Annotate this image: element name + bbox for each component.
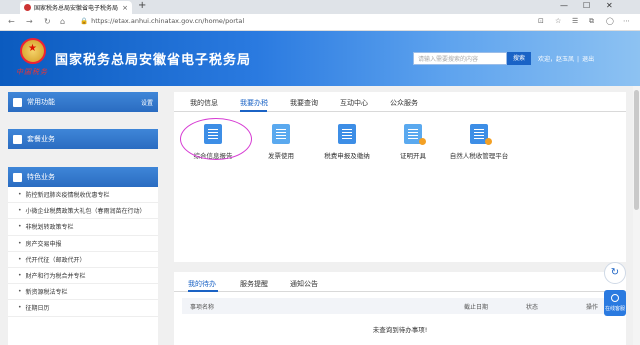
site-slogan: 中国税务 xyxy=(16,68,48,76)
sidebar-item[interactable]: 防控新冠肺炎疫情税收优惠专栏 xyxy=(8,187,158,204)
more-menu-icon[interactable]: ⋯ xyxy=(623,17,630,25)
todo-empty-message: 未查询到待办事项! xyxy=(372,326,428,334)
sidebar-item[interactable]: 小微企业税费政策大礼包（春雨润苗在行动） xyxy=(8,203,158,220)
browser-tabbar: 国家税务总局安徽省电子税务局 × + — ☐ ✕ xyxy=(0,0,640,14)
special-business-list: 防控新冠肺炎疫情税收优惠专栏 小微企业税费政策大礼包（春雨润苗在行动） 非税划转… xyxy=(8,187,158,317)
collections-icon[interactable]: ⧉ xyxy=(589,17,594,26)
service-label: 发票使用 xyxy=(268,152,294,160)
sidebar-item[interactable]: 房产交易申报 xyxy=(8,235,158,252)
service-personal-tax[interactable]: 自然人税收管理平台 xyxy=(444,124,514,160)
tab-my-todo[interactable]: 我的待办 xyxy=(188,279,216,289)
url-text: https://etax.anhui.chinatax.gov.cn/home/… xyxy=(91,17,245,25)
forward-icon[interactable]: → xyxy=(26,17,33,26)
maximize-icon[interactable]: ☐ xyxy=(583,1,590,10)
tab-handle-tax[interactable]: 我要办税 xyxy=(240,98,268,108)
todo-table-header: 事项名称 截止日期 状态 操作 xyxy=(182,298,618,314)
favorite-icon[interactable]: ☆ xyxy=(555,17,561,25)
col-deadline: 截止日期 xyxy=(464,304,489,311)
sidebar-special-business: 特色业务 防控新冠肺炎疫情税收优惠专栏 小微企业税费政策大礼包（春雨润苗在行动）… xyxy=(8,167,158,345)
home-icon[interactable]: ⌂ xyxy=(60,17,65,26)
service-label: 税费申报及缴纳 xyxy=(324,152,370,160)
new-tab-button[interactable]: + xyxy=(138,0,146,11)
browser-tab[interactable]: 国家税务总局安徽省电子税务局 × xyxy=(20,1,132,14)
sidebar-item[interactable]: 财产和行为税合并专栏 xyxy=(8,267,158,285)
site-title: 国家税务总局安徽省电子税务局 xyxy=(55,53,252,68)
browser-tab-title: 国家税务总局安徽省电子税务局 xyxy=(34,5,119,12)
user-welcome: 欢迎，赵玉凤 | 退出 xyxy=(538,56,595,63)
search-input[interactable]: 请输入需要搜索的内容 xyxy=(413,52,507,65)
sidebar-common-title: 常用功能 xyxy=(27,98,55,106)
sidebar-item[interactable]: 征期日历 xyxy=(8,300,158,317)
reload-icon[interactable]: ↻ xyxy=(44,17,51,26)
sidebar-item[interactable]: 代开代征（邮政代开） xyxy=(8,251,158,268)
service-label: 自然人税收管理平台 xyxy=(449,152,509,160)
profile-icon[interactable]: ◯ xyxy=(606,17,614,25)
site-favicon-icon xyxy=(24,4,31,11)
search-button[interactable]: 搜索 xyxy=(507,52,531,65)
service-tax-declare[interactable]: 税费申报及缴纳 xyxy=(312,124,382,160)
logout-link[interactable]: 退出 xyxy=(582,56,594,63)
sidebar-item[interactable]: 新资源税法专栏 xyxy=(8,284,158,301)
read-aloud-icon[interactable]: ⊡ xyxy=(538,17,544,25)
sidebar-bundle-title: 套餐业务 xyxy=(27,135,55,143)
service-certificate[interactable]: 证明开具 xyxy=(378,124,448,160)
online-service-label: 在线客服 xyxy=(604,306,625,312)
sidebar-common-functions: 常用功能 设置 xyxy=(8,92,158,112)
bundle-business-icon xyxy=(13,134,22,144)
close-tab-icon[interactable]: × xyxy=(122,4,128,12)
tab-interaction[interactable]: 互动中心 xyxy=(340,98,368,108)
refresh-icon[interactable]: ↻ xyxy=(604,262,626,284)
user-name[interactable]: 赵玉凤 xyxy=(556,56,574,63)
back-icon[interactable]: ← xyxy=(8,17,15,26)
address-bar: ← → ↻ ⌂ 🔒 https://etax.anhui.chinatax.gov… xyxy=(0,14,640,31)
page-scrollbar[interactable] xyxy=(633,86,640,345)
window-close-icon[interactable]: ✕ xyxy=(606,1,613,10)
tab-public-service[interactable]: 公众服务 xyxy=(390,98,418,108)
minimize-icon[interactable]: — xyxy=(560,1,568,10)
personal-tax-badge-icon xyxy=(485,138,492,145)
common-functions-icon xyxy=(13,97,22,107)
main-panel: 我的信息 我要办税 我要查询 互动中心 公众服务 综合信息报告 发票使用 税费申… xyxy=(174,92,626,262)
tax-declare-icon xyxy=(338,124,356,144)
sidebar-special-header[interactable]: 特色业务 xyxy=(8,167,158,187)
sidebar-settings-link[interactable]: 设置 xyxy=(141,98,153,107)
sidebar-common-header[interactable]: 常用功能 设置 xyxy=(8,92,158,112)
todo-tabs: 我的待办 服务提醒 通知公告 xyxy=(174,272,626,292)
col-action: 操作 xyxy=(586,304,599,311)
welcome-text: 欢迎， xyxy=(538,56,557,63)
active-tab-indicator xyxy=(240,110,267,112)
special-business-icon xyxy=(13,172,22,182)
sidebar-special-title: 特色业务 xyxy=(27,173,55,181)
tab-my-info[interactable]: 我的信息 xyxy=(190,98,218,108)
sidebar-bundle-business: 套餐业务 xyxy=(8,129,158,149)
sidebar-bundle-header[interactable]: 套餐业务 xyxy=(8,129,158,149)
scrollbar-thumb[interactable] xyxy=(634,90,639,210)
sidebar-item[interactable]: 非税划转政策专栏 xyxy=(8,219,158,236)
lock-icon: 🔒 xyxy=(80,17,89,25)
col-status: 状态 xyxy=(526,304,539,311)
col-item-name: 事项名称 xyxy=(190,304,215,311)
main-tabs: 我的信息 我要办税 我要查询 互动中心 公众服务 xyxy=(174,92,626,112)
emblem-star-icon: ★ xyxy=(28,43,37,54)
todo-panel: 我的待办 服务提醒 通知公告 事项名称 截止日期 状态 操作 未查询到待办事项! xyxy=(174,272,626,345)
highlight-annotation-circle xyxy=(180,118,252,160)
active-todo-tab-indicator xyxy=(188,290,218,292)
favorites-list-icon[interactable]: ☰ xyxy=(572,17,578,25)
headset-icon xyxy=(611,294,619,302)
service-label: 证明开具 xyxy=(400,152,426,160)
tab-notice[interactable]: 通知公告 xyxy=(290,279,318,289)
tab-service-reminder[interactable]: 服务提醒 xyxy=(240,279,268,289)
tab-query[interactable]: 我要查询 xyxy=(290,98,318,108)
invoice-icon xyxy=(272,124,290,144)
service-invoice[interactable]: 发票使用 xyxy=(246,124,316,160)
online-service-button[interactable]: 在线客服 xyxy=(604,290,626,316)
certificate-badge-icon xyxy=(419,138,426,145)
url-field[interactable]: 🔒 https://etax.anhui.chinatax.gov.cn/home… xyxy=(80,17,244,25)
